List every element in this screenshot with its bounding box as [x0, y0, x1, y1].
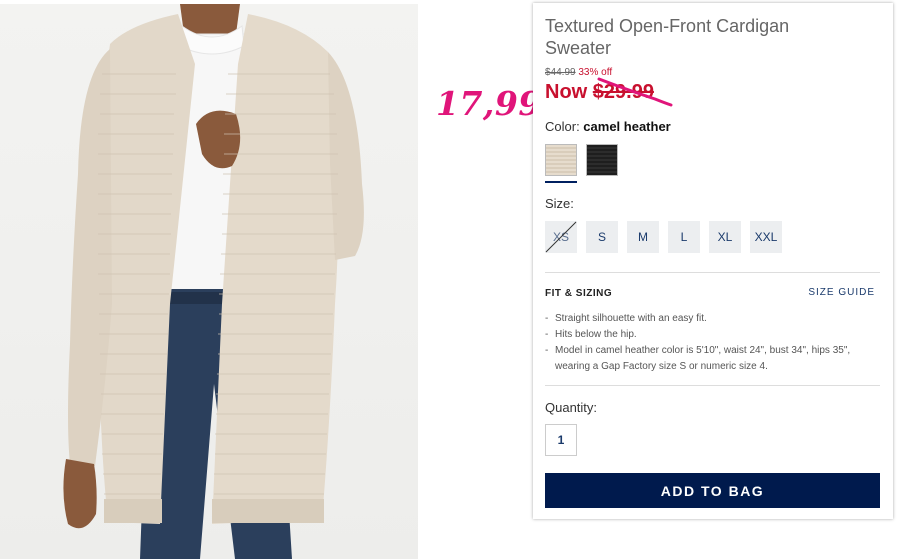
size-xxl-button[interactable]: XXL [750, 221, 782, 253]
size-s-button[interactable]: S [586, 221, 618, 253]
fit-sizing-heading: FIT & SIZING [545, 288, 613, 299]
quantity-input[interactable]: 1 [545, 424, 577, 456]
swatch-black[interactable] [586, 144, 618, 176]
size-l-button[interactable]: L [668, 221, 700, 253]
size-label: Size: [545, 196, 574, 211]
selected-color: camel heather [583, 119, 671, 134]
swatch-selected-indicator [545, 181, 577, 183]
markup-price-annotation: 17,99 [436, 84, 542, 123]
size-xs-button[interactable]: XS [545, 221, 577, 253]
size-xl-button[interactable]: XL [709, 221, 741, 253]
product-image [0, 4, 418, 559]
fit-details-list: Straight silhouette with an easy fit. Hi… [545, 311, 875, 375]
now-prefix: Now [545, 81, 593, 103]
unavailable-slash-icon [545, 221, 577, 253]
divider [545, 385, 880, 386]
list-item: Straight silhouette with an easy fit. [545, 311, 875, 327]
color-label: Color: camel heather [545, 119, 671, 134]
color-label-prefix: Color: [545, 119, 584, 134]
original-price: $44.99 [545, 67, 576, 78]
product-details-panel: Textured Open-Front Cardigan Sweater $44… [533, 3, 893, 519]
size-guide-link[interactable]: SIZE GUIDE [808, 287, 875, 298]
add-to-bag-button[interactable]: ADD TO BAG [545, 473, 880, 508]
hand-strike-mark [597, 77, 673, 107]
list-item: Model in camel heather color is 5'10", w… [545, 343, 875, 375]
list-item: Hits below the hip. [545, 327, 875, 343]
swatch-camel-heather[interactable] [545, 144, 577, 176]
size-m-button[interactable]: M [627, 221, 659, 253]
quantity-label: Quantity: [545, 400, 598, 415]
product-title: Textured Open-Front Cardigan Sweater [545, 16, 790, 58]
divider [545, 272, 880, 273]
